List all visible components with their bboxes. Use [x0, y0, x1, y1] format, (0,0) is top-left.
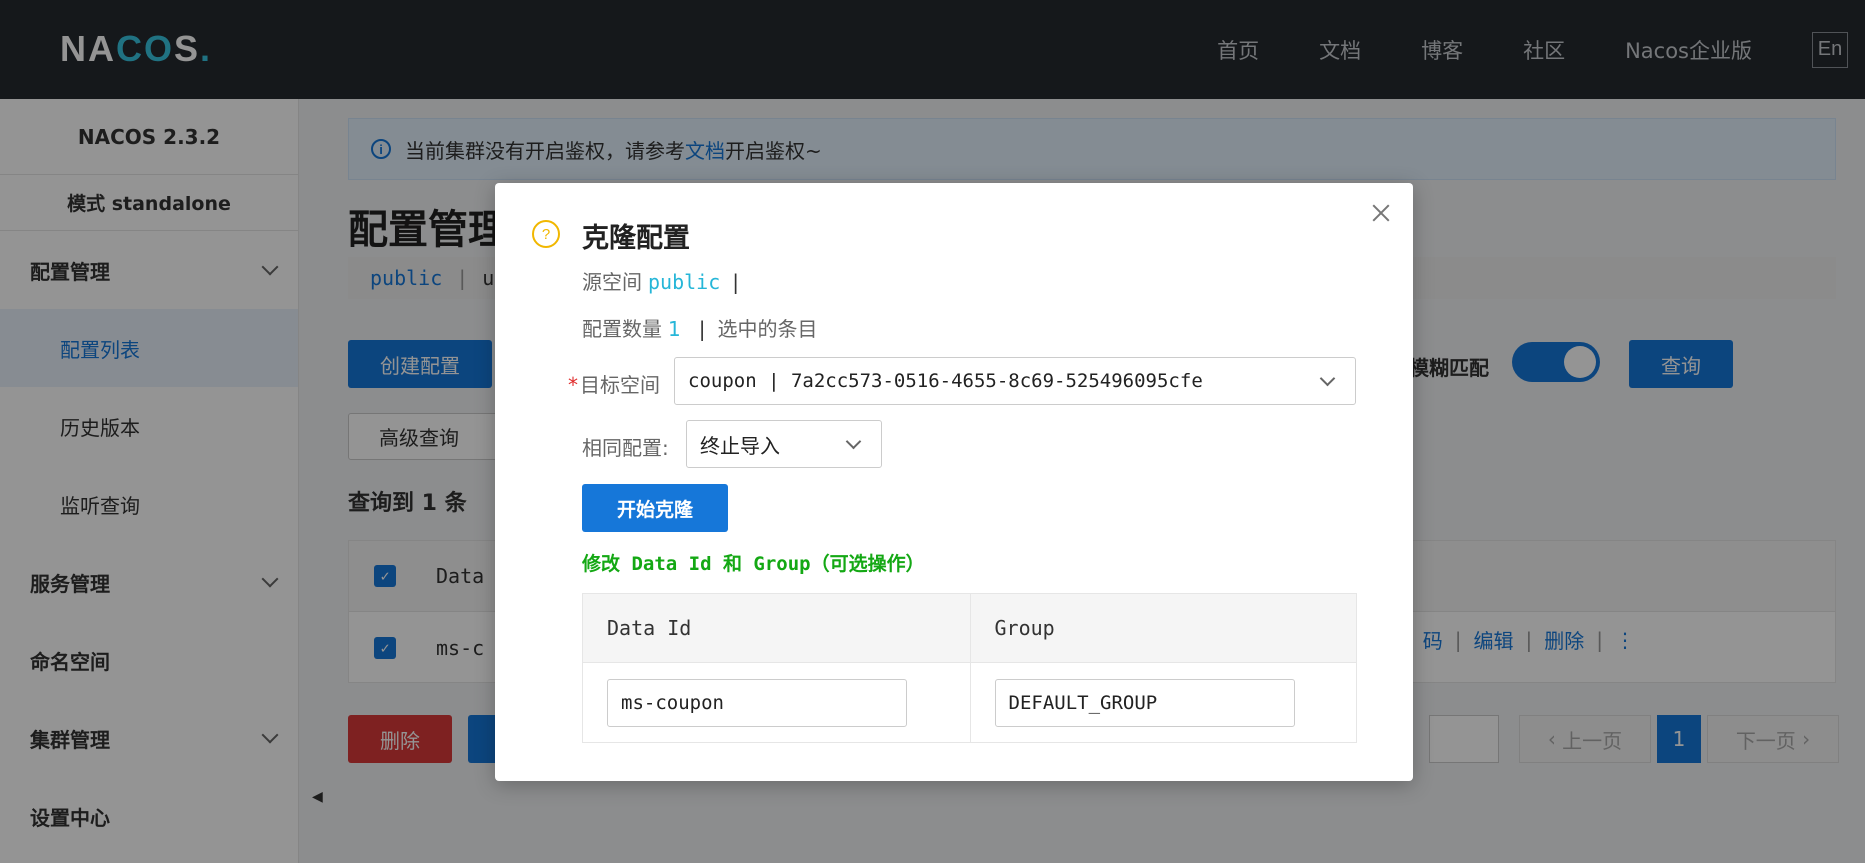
group-input[interactable]	[994, 678, 1295, 727]
target-namespace-value: coupon | 7a2cc573-0516-4655-8c69-5254960…	[688, 370, 1203, 392]
separator: |	[698, 317, 706, 341]
dataid-input[interactable]	[607, 678, 907, 727]
column-header-dataid: Data Id	[607, 616, 692, 640]
column-header-group: Group	[969, 594, 1357, 662]
chevron-down-icon	[845, 433, 862, 450]
count-label: 配置数量	[582, 317, 662, 341]
modify-hint-text: 修改 Data Id 和 Group（可选操作）	[582, 553, 925, 575]
target-namespace-label: * 目标空间	[568, 369, 660, 398]
count-value: 1	[668, 317, 681, 341]
dialog-title: 克隆配置	[582, 223, 690, 254]
target-label-text: 目标空间	[580, 373, 660, 397]
selected-items-text: 选中的条目	[717, 317, 818, 341]
same-config-value: 终止导入	[700, 433, 780, 458]
config-count-line: 配置数量 1 | 选中的条目	[582, 313, 817, 342]
dataid-cell	[583, 663, 970, 742]
close-icon[interactable]	[1369, 201, 1393, 225]
target-namespace-select[interactable]: coupon | 7a2cc573-0516-4655-8c69-5254960…	[674, 357, 1356, 405]
same-config-label: 相同配置:	[582, 436, 669, 460]
clone-table-header: Data Id Group	[583, 594, 1356, 663]
table-row	[583, 663, 1356, 742]
source-namespace-line: 源空间 public |	[582, 266, 739, 295]
clone-items-table: Data Id Group	[582, 593, 1357, 743]
question-icon: ?	[532, 220, 560, 248]
separator: |	[732, 270, 739, 294]
required-icon: *	[568, 373, 578, 397]
chevron-down-icon	[1319, 370, 1336, 387]
source-label: 源空间	[582, 270, 642, 294]
source-namespace-value: public	[648, 270, 721, 294]
start-clone-button[interactable]: 开始克隆	[582, 484, 728, 532]
clone-config-dialog: ? 克隆配置 源空间 public | 配置数量 1 | 选中的条目 * 目标空间 coup…	[495, 183, 1413, 781]
group-cell	[969, 663, 1357, 742]
same-config-select[interactable]: 终止导入	[686, 420, 882, 468]
